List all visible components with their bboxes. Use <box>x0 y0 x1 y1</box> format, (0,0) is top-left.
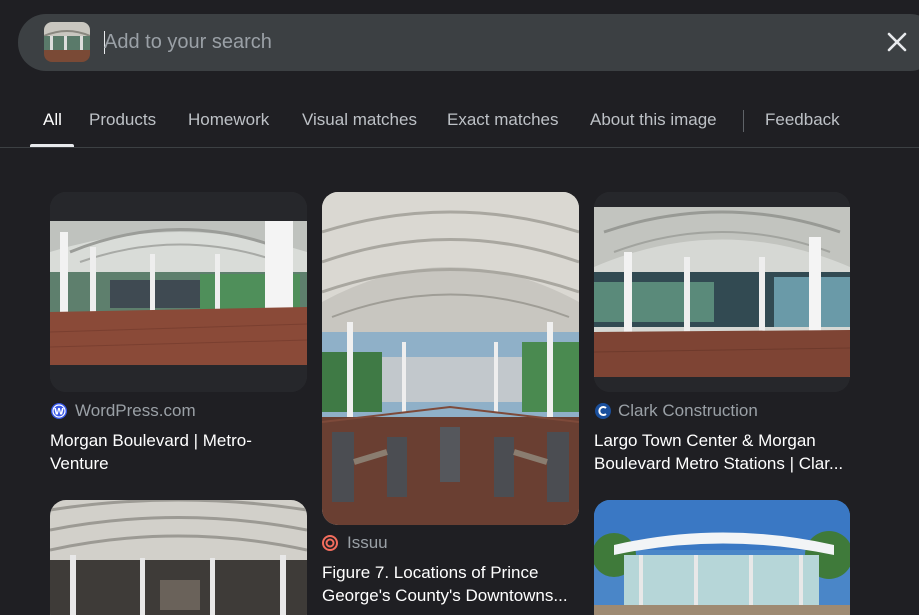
tab-exact-matches[interactable]: Exact matches <box>447 110 559 130</box>
result-image-5[interactable] <box>594 500 850 615</box>
tab-products[interactable]: Products <box>89 110 156 130</box>
tab-visual-matches[interactable]: Visual matches <box>302 110 417 130</box>
wordpress-icon: W <box>51 403 67 419</box>
result-image-3[interactable] <box>594 192 850 392</box>
result-source: Clark Construction <box>618 401 758 420</box>
tab-homework[interactable]: Homework <box>188 110 269 130</box>
tab-all[interactable]: All <box>43 110 62 130</box>
result-source: Issuu <box>347 533 388 552</box>
tab-about-this-image[interactable]: About this image <box>590 110 717 130</box>
clark-construction-icon <box>595 403 611 419</box>
result-image-1[interactable] <box>50 192 307 392</box>
svg-text:W: W <box>54 408 64 418</box>
result-title[interactable]: Morgan Boulevard | Metro-Venture <box>50 429 310 475</box>
result-title[interactable]: Largo Town Center & Morgan Boulevard Met… <box>594 429 854 475</box>
result-source: WordPress.com <box>75 401 196 420</box>
result-tabs: All Products Homework Visual matches Exa… <box>0 96 919 148</box>
issuu-icon <box>322 535 338 551</box>
query-image-thumbnail[interactable] <box>44 22 90 62</box>
close-icon[interactable] <box>884 29 910 55</box>
tab-divider <box>743 110 744 132</box>
search-bar[interactable] <box>18 14 919 71</box>
search-input[interactable] <box>104 26 804 59</box>
result-image-2[interactable] <box>322 192 579 525</box>
tab-feedback[interactable]: Feedback <box>765 110 840 130</box>
active-tab-indicator <box>30 144 74 147</box>
result-image-4[interactable] <box>50 500 307 615</box>
result-title[interactable]: Figure 7. Locations of Prince George's C… <box>322 561 582 607</box>
